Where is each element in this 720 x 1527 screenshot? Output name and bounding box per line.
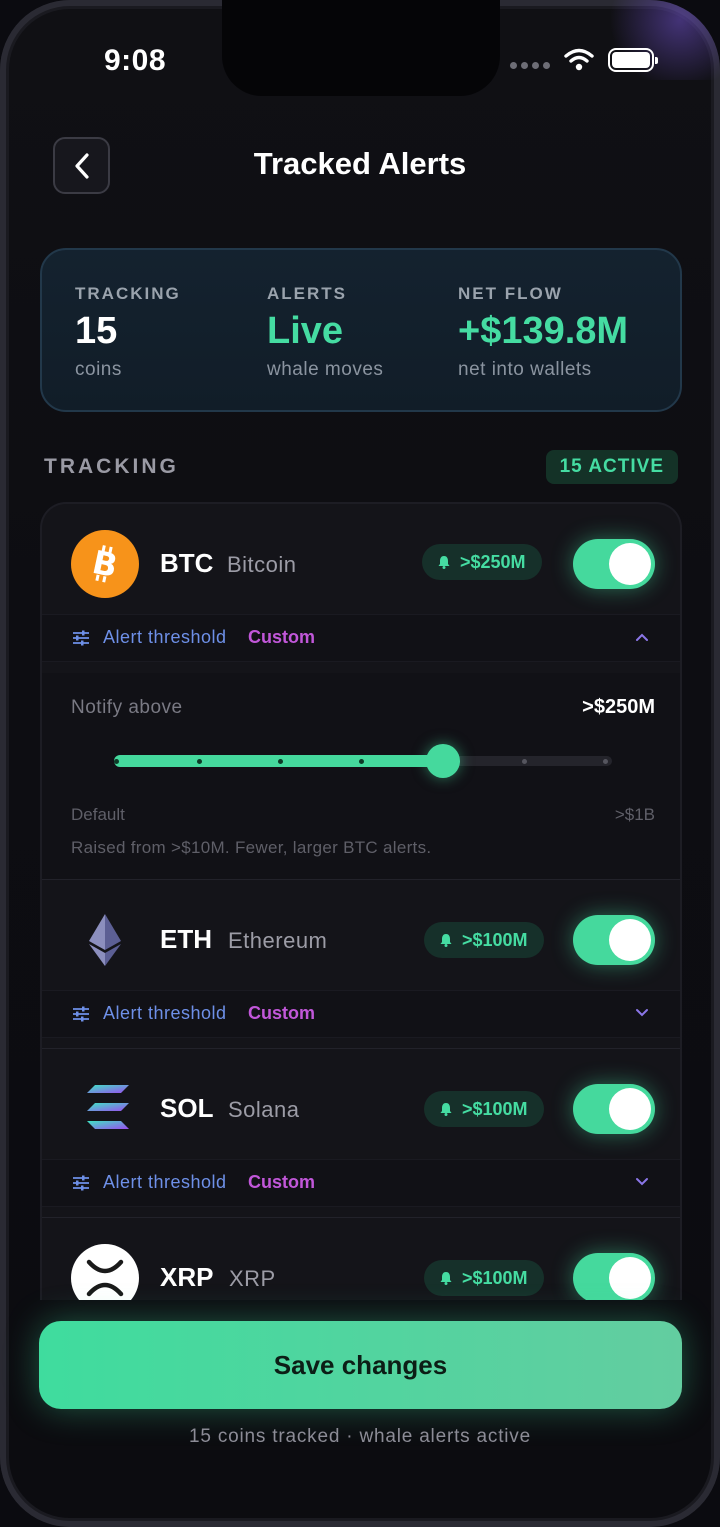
wifi-icon [564, 48, 594, 71]
notify-label: Notify above [71, 697, 183, 718]
stat-value: 15 [75, 310, 118, 352]
section-heading: TRACKING [44, 455, 179, 478]
coin-symbol: BTC [160, 548, 214, 578]
bell-icon [438, 556, 450, 569]
stat-label: TRACKING [75, 284, 181, 303]
stat-sub: whale moves [267, 359, 384, 380]
coin-name: Ethereum [228, 928, 328, 953]
alert-threshold-label: Alert threshold [103, 1172, 227, 1192]
stat-net-flow: NET FLOW +$139.8M net into wallets [458, 284, 628, 381]
coin-row-xrp: XRP XRP >$100M [42, 1218, 680, 1300]
status-icons [510, 48, 658, 72]
tracking-toggle[interactable] [573, 1084, 655, 1134]
threshold-value: >$100M [462, 1268, 528, 1288]
threshold-value: >$100M [462, 930, 528, 950]
stat-value: Live [267, 310, 344, 352]
stat-label: NET FLOW [458, 284, 563, 303]
tracking-toggle[interactable] [573, 539, 655, 589]
footer-note: 15 coins tracked · whale alerts active [189, 1426, 531, 1447]
threshold-pill[interactable]: >$250M [422, 544, 542, 580]
alert-threshold-bar[interactable]: Alert threshold Custom [42, 990, 680, 1038]
threshold-slider[interactable] [114, 743, 612, 779]
threshold-pill[interactable]: >$100M [424, 1091, 544, 1127]
active-count-badge: 15 ACTIVE [545, 450, 678, 484]
sliders-icon [73, 1006, 89, 1022]
stat-tracking: TRACKING 15 coins [75, 284, 181, 381]
tracking-toggle[interactable] [573, 1253, 655, 1300]
coin-name: Bitcoin [227, 552, 297, 577]
notch [222, 0, 500, 96]
notify-value: >$250M [582, 696, 655, 718]
threshold-pill[interactable]: >$100M [424, 1260, 544, 1296]
coin-list: B BTC Bitcoin >$250M Alert threshold Cus… [40, 502, 682, 1300]
slider-thumb[interactable] [425, 744, 460, 778]
alert-threshold-bar[interactable]: Alert threshold Custom [42, 1159, 680, 1207]
save-button[interactable]: Save changes [39, 1321, 682, 1409]
slider-min-label: Default [71, 805, 125, 824]
coin-row-eth: ETH Ethereum >$100M [42, 880, 680, 1000]
chevron-up-icon [636, 633, 648, 641]
threshold-note: Raised from >$10M. Fewer, larger BTC ale… [71, 838, 432, 857]
bell-icon [440, 934, 452, 947]
phone-frame: 9:08 Tracked Alerts TRACKING 15 coins AL… [0, 0, 720, 1527]
threshold-value: >$250M [460, 552, 526, 572]
summary-card: TRACKING 15 coins ALERTS Live whale move… [40, 248, 682, 412]
chevron-down-icon [636, 1009, 648, 1017]
threshold-editor: Notify above >$250M Default >$1B Raised … [42, 673, 680, 879]
tracking-toggle[interactable] [573, 915, 655, 965]
stat-alerts: ALERTS Live whale moves [267, 284, 383, 381]
threshold-pill[interactable]: >$100M [424, 922, 544, 958]
threshold-mode: Custom [248, 627, 315, 647]
page-title: Tracked Alerts [253, 146, 467, 181]
threshold-mode: Custom [248, 1172, 315, 1192]
stat-label: ALERTS [267, 284, 347, 303]
signal-icon [510, 61, 550, 69]
chevron-down-icon [636, 1178, 648, 1186]
xrp-logo-icon [71, 1244, 139, 1300]
threshold-mode: Custom [248, 1003, 315, 1023]
ethereum-logo-icon [71, 906, 139, 974]
bitcoin-logo-icon: B [71, 530, 139, 598]
coin-name: Solana [228, 1097, 300, 1122]
coin-row-btc: B BTC Bitcoin >$250M [42, 504, 680, 624]
coin-symbol: ETH [160, 924, 212, 954]
coin-name: XRP [229, 1266, 276, 1291]
bell-icon [440, 1272, 452, 1285]
bell-icon [440, 1103, 452, 1116]
coin-symbol: XRP [160, 1262, 214, 1292]
slider-max-label: >$1B [614, 805, 655, 824]
stat-sub: coins [75, 359, 122, 380]
solana-logo-icon [71, 1075, 139, 1143]
stat-sub: net into wallets [458, 359, 592, 380]
alert-threshold-label: Alert threshold [103, 627, 227, 647]
alert-threshold-label: Alert threshold [103, 1003, 227, 1023]
threshold-value: >$100M [462, 1099, 528, 1119]
status-time: 9:08 [104, 44, 167, 77]
sliders-icon [73, 630, 89, 646]
coin-symbol: SOL [160, 1093, 214, 1123]
coin-row-sol: SOL Solana >$100M [42, 1049, 680, 1169]
battery-icon [608, 48, 658, 72]
sliders-icon [73, 1175, 89, 1191]
stat-value: +$139.8M [458, 310, 629, 352]
alert-threshold-bar[interactable]: Alert threshold Custom [42, 614, 680, 662]
